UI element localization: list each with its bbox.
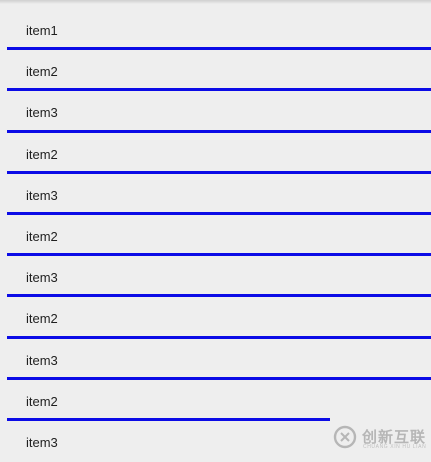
item-list[interactable]: item1 item2 item3 item2 item3 item2 item… — [0, 9, 431, 462]
list-item[interactable]: item3 — [0, 256, 431, 298]
list-item[interactable]: item2 — [0, 297, 431, 339]
list-item[interactable]: item2 — [0, 133, 431, 174]
list-item-label: item3 — [26, 187, 58, 203]
list-item[interactable]: item3 — [0, 91, 431, 133]
brand-logo-icon — [333, 425, 357, 449]
watermark-subtext: CHUANG XIN HU LIAN — [363, 444, 427, 450]
list-item[interactable]: item2 — [0, 380, 431, 421]
list-item-label: item3 — [26, 434, 58, 450]
list-item-label: item2 — [26, 393, 58, 409]
list-item-label: item2 — [26, 228, 58, 244]
top-shadow — [0, 0, 431, 4]
list-item[interactable]: item2 — [0, 50, 431, 92]
list-item[interactable]: item3 — [0, 339, 431, 380]
list-item-label: item2 — [26, 146, 58, 162]
list-item-label: item2 — [26, 311, 58, 327]
list-item-label: item3 — [26, 352, 58, 368]
list-item-label: item2 — [26, 64, 58, 80]
list-item[interactable]: item2 — [0, 215, 431, 257]
list-item[interactable]: item3 — [0, 174, 431, 215]
list-item-label: item3 — [26, 270, 58, 286]
list-item-label: item3 — [26, 105, 58, 121]
watermark: 创新互联 CHUANG XIN HU LIAN — [333, 424, 431, 454]
list-item[interactable]: item1 — [0, 9, 431, 51]
list-item-label: item1 — [26, 23, 58, 38]
